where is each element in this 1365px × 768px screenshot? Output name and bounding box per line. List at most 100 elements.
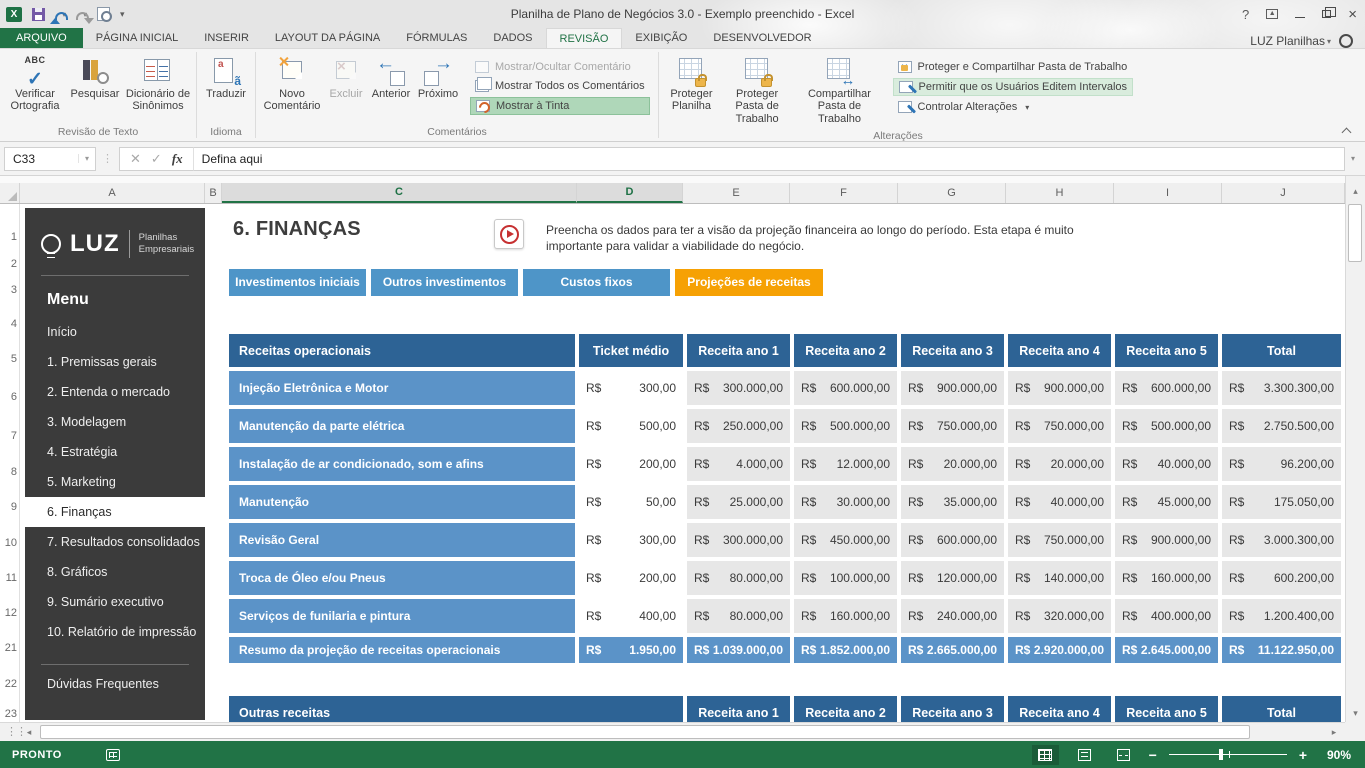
video-play-button[interactable]: [494, 219, 524, 249]
ticket-cell[interactable]: R$400,00: [579, 599, 683, 633]
close-icon[interactable]: ×: [1348, 7, 1357, 22]
total-cell[interactable]: R$96.200,00: [1222, 447, 1341, 481]
select-all-corner[interactable]: [0, 183, 20, 203]
total-cell[interactable]: R$600.200,00: [1222, 561, 1341, 595]
track-changes-button[interactable]: Controlar Alterações ▾: [893, 99, 1133, 115]
column-header-h[interactable]: H: [1006, 183, 1114, 203]
total-cell[interactable]: R$175.050,00: [1222, 485, 1341, 519]
table-cell[interactable]: R$750.000,00: [901, 409, 1004, 443]
column-header-b[interactable]: B: [205, 183, 222, 203]
table-cell[interactable]: R$20.000,00: [901, 447, 1004, 481]
cancel-entry-icon[interactable]: ✕: [130, 151, 141, 167]
ticket-cell[interactable]: R$500,00: [579, 409, 683, 443]
column-header-c[interactable]: C: [222, 183, 577, 203]
table-cell[interactable]: R$320.000,00: [1008, 599, 1111, 633]
sidebar-item-5-marketing[interactable]: 5. Marketing: [25, 467, 205, 497]
row-header-21[interactable]: 21: [0, 642, 17, 654]
summary-cell[interactable]: R$2.920.000,00: [1008, 637, 1111, 663]
table-cell[interactable]: R$900.000,00: [901, 371, 1004, 405]
help-icon[interactable]: ?: [1242, 7, 1249, 22]
zoom-slider-thumb[interactable]: [1219, 749, 1223, 760]
total-cell[interactable]: R$3.000.300,00: [1222, 523, 1341, 557]
table-header-receita-ano-5[interactable]: Receita ano 5: [1115, 334, 1218, 367]
row-header-11[interactable]: 11: [0, 572, 17, 584]
row-header-6[interactable]: 6: [0, 391, 17, 403]
scroll-up-icon[interactable]: ▴: [1348, 184, 1363, 198]
ticket-cell[interactable]: R$300,00: [579, 523, 683, 557]
table2-header-outras-receitas[interactable]: Outras receitas: [229, 696, 683, 722]
protect-sheet-button[interactable]: Proteger Planilha: [663, 52, 720, 117]
share-workbook-button[interactable]: ↔ Compartilhar Pasta de Trabalho: [794, 52, 884, 129]
sidebar-item-2-entenda-o-mercado[interactable]: 2. Entenda o mercado: [25, 377, 205, 407]
zoom-level[interactable]: 90%: [1319, 748, 1351, 762]
zoom-in-button[interactable]: +: [1299, 747, 1307, 763]
table-cell[interactable]: R$30.000,00: [794, 485, 897, 519]
show-all-comments-button[interactable]: Mostrar Todos os Comentários: [470, 78, 650, 94]
row-header-9[interactable]: 9: [0, 501, 17, 513]
summary-cell[interactable]: R$2.665.000,00: [901, 637, 1004, 663]
column-header-j[interactable]: J: [1222, 183, 1345, 203]
expand-formula-bar-icon[interactable]: ▾: [1345, 147, 1361, 171]
row-header-3[interactable]: 3: [0, 284, 17, 296]
table-cell[interactable]: R$750.000,00: [1008, 409, 1111, 443]
restore-icon[interactable]: [1322, 10, 1331, 18]
ribbon-tab-arquivo[interactable]: ARQUIVO: [0, 28, 83, 48]
excel-app-icon[interactable]: X: [6, 7, 22, 22]
row-header-7[interactable]: 7: [0, 430, 17, 442]
table-cell[interactable]: R$300.000,00: [687, 523, 790, 557]
table-row-label[interactable]: Manutenção da parte elétrica: [229, 409, 575, 443]
table-cell[interactable]: R$40.000,00: [1008, 485, 1111, 519]
ribbon-tab-exibicao[interactable]: EXIBIÇÃO: [622, 28, 700, 48]
column-header-a[interactable]: A: [20, 183, 205, 203]
tab-outros-investimentos[interactable]: Outros investimentos: [371, 269, 518, 296]
account-area[interactable]: LUZ Planilhas ▾: [1250, 34, 1365, 48]
vertical-scroll-thumb[interactable]: [1348, 204, 1362, 262]
table-row-label[interactable]: Instalação de ar condicionado, som e afi…: [229, 447, 575, 481]
print-preview-icon[interactable]: [97, 7, 110, 21]
ribbon-tab-formulas[interactable]: FÓRMULAS: [393, 28, 480, 48]
formula-input[interactable]: Defina aqui: [193, 147, 1345, 171]
table-header-receitas-operacionais[interactable]: Receitas operacionais: [229, 334, 575, 367]
table-cell[interactable]: R$600.000,00: [901, 523, 1004, 557]
sidebar-item-10-relatorio-de-impressao[interactable]: 10. Relatório de impressão: [25, 617, 205, 647]
macro-record-icon[interactable]: [106, 749, 120, 761]
table-cell[interactable]: R$160.000,00: [794, 599, 897, 633]
table-cell[interactable]: R$600.000,00: [1115, 371, 1218, 405]
tab-projecoes-de-receitas[interactable]: Projeções de receitas: [675, 269, 823, 296]
table-header-receita-ano-4[interactable]: Receita ano 4: [1008, 334, 1111, 367]
table-summary-label[interactable]: Resumo da projeção de receitas operacion…: [229, 637, 575, 663]
row-header-2[interactable]: 2: [0, 258, 17, 270]
sidebar-item-inicio[interactable]: Início: [25, 317, 205, 347]
zoom-slider[interactable]: [1169, 754, 1287, 755]
total-cell[interactable]: R$1.200.400,00: [1222, 599, 1341, 633]
sidebar-item-4-estrategia[interactable]: 4. Estratégia: [25, 437, 205, 467]
table-cell[interactable]: R$600.000,00: [794, 371, 897, 405]
previous-comment-button[interactable]: ← Anterior: [368, 52, 414, 104]
translate-button[interactable]: aã Traduzir: [201, 52, 251, 104]
column-header-i[interactable]: I: [1114, 183, 1222, 203]
row-header-8[interactable]: 8: [0, 466, 17, 478]
tab-custos-fixos[interactable]: Custos fixos: [523, 269, 670, 296]
total-cell[interactable]: R$2.750.500,00: [1222, 409, 1341, 443]
table2-header-receita-ano-5[interactable]: Receita ano 5: [1115, 696, 1218, 722]
horizontal-scrollbar[interactable]: ⋮⋮ ◂ ▸: [0, 722, 1345, 741]
thesaurus-button[interactable]: Dicionário de Sinônimos: [124, 52, 192, 117]
row-header-23[interactable]: 23: [0, 708, 17, 720]
ticket-cell[interactable]: R$200,00: [579, 447, 683, 481]
collapse-ribbon-icon[interactable]: [1342, 126, 1351, 135]
table-cell[interactable]: R$140.000,00: [1008, 561, 1111, 595]
table-header-total[interactable]: Total: [1222, 334, 1341, 367]
table-cell[interactable]: R$12.000,00: [794, 447, 897, 481]
table-cell[interactable]: R$900.000,00: [1115, 523, 1218, 557]
ribbon-tab-pagina-inicial[interactable]: PÁGINA INICIAL: [83, 28, 192, 48]
table2-header-receita-ano-3[interactable]: Receita ano 3: [901, 696, 1004, 722]
customize-quick-access-icon[interactable]: ▾: [120, 9, 125, 20]
summary-cell[interactable]: R$2.645.000,00: [1115, 637, 1218, 663]
row-header-10[interactable]: 10: [0, 537, 17, 549]
ribbon-display-options-icon[interactable]: ▲: [1266, 9, 1278, 19]
table-row-label[interactable]: Injeção Eletrônica e Motor: [229, 371, 575, 405]
ticket-cell[interactable]: R$300,00: [579, 371, 683, 405]
sidebar-item-duvidas-frequentes[interactable]: Dúvidas Frequentes: [25, 669, 205, 699]
normal-view-button[interactable]: [1032, 745, 1059, 765]
save-icon[interactable]: [32, 8, 45, 21]
